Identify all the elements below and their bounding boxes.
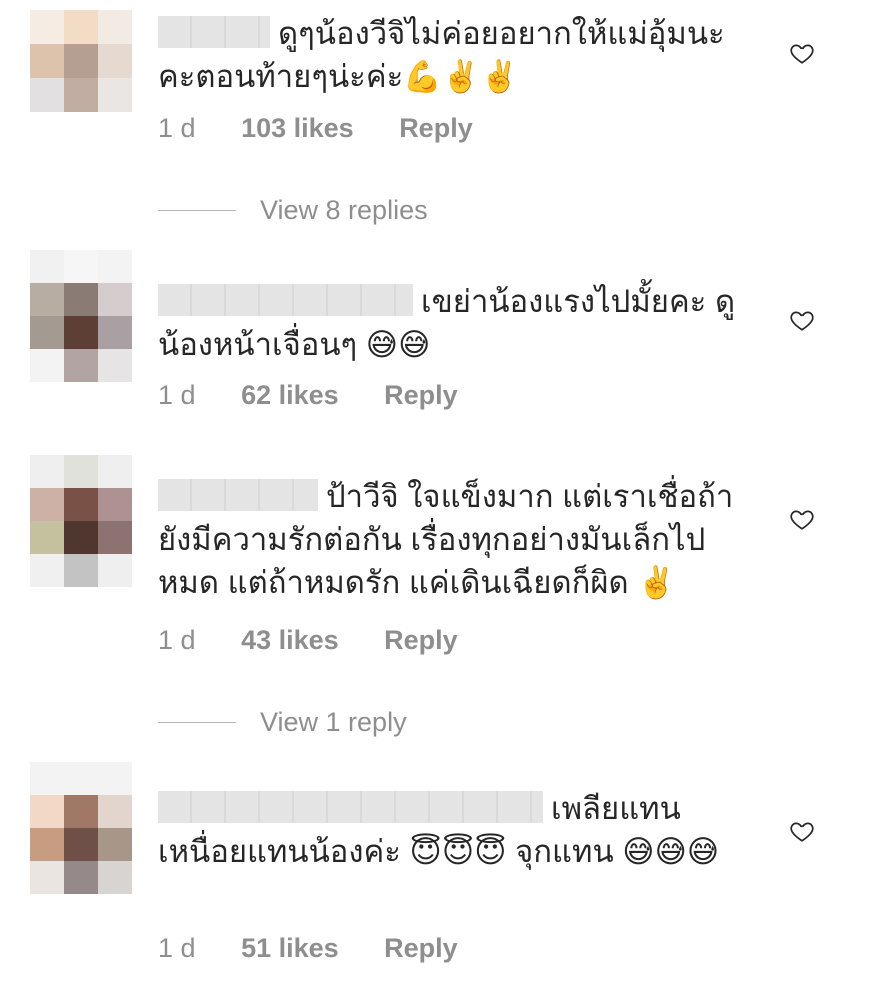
avatar-pixel — [98, 554, 132, 587]
reply-button[interactable]: Reply — [384, 933, 458, 963]
like-heart-icon[interactable] — [789, 818, 815, 844]
username-redacted[interactable] — [158, 791, 543, 823]
avatar-pixel — [98, 316, 132, 349]
avatar-pixel — [64, 521, 98, 554]
avatar-pixel — [98, 44, 132, 78]
avatar-pixel — [98, 828, 132, 861]
view-replies-button[interactable]: View 1 reply — [158, 707, 407, 738]
avatar[interactable] — [30, 762, 132, 894]
avatar-pixel — [98, 349, 132, 382]
avatar-pixel — [64, 250, 98, 283]
likes-count[interactable]: 103 likes — [241, 113, 354, 143]
avatar-pixel — [64, 10, 98, 44]
avatar-pixel — [64, 78, 98, 112]
username-redacted[interactable] — [158, 16, 270, 48]
comment-time: 1 d — [158, 625, 196, 655]
divider-line — [158, 722, 236, 723]
comment-time: 1 d — [158, 380, 196, 410]
likes-count[interactable]: 43 likes — [241, 625, 339, 655]
avatar-pixel — [30, 10, 64, 44]
likes-count[interactable]: 62 likes — [241, 380, 339, 410]
comment-meta: 1 d 103 likes Reply — [158, 113, 511, 144]
avatar-pixel — [30, 488, 64, 521]
avatar-pixel — [64, 861, 98, 894]
avatar-pixel — [98, 78, 132, 112]
comment-meta: 1 d 51 likes Reply — [158, 933, 496, 964]
avatar-pixel — [98, 455, 132, 488]
avatar-pixel — [30, 554, 64, 587]
view-replies-label: View 8 replies — [260, 195, 428, 225]
avatar-pixel — [64, 554, 98, 587]
avatar-pixel — [30, 316, 64, 349]
avatar-pixel — [98, 250, 132, 283]
comment-meta: 1 d 43 likes Reply — [158, 625, 496, 656]
likes-count[interactable]: 51 likes — [241, 933, 339, 963]
username-redacted[interactable] — [158, 479, 318, 511]
avatar-pixel — [30, 521, 64, 554]
avatar-pixel — [30, 78, 64, 112]
avatar[interactable] — [30, 455, 132, 587]
avatar-pixel — [64, 283, 98, 316]
view-replies-button[interactable]: View 8 replies — [158, 195, 428, 226]
comment-meta: 1 d 62 likes Reply — [158, 380, 496, 411]
avatar-pixel — [98, 861, 132, 894]
avatar-pixel — [64, 316, 98, 349]
divider-line — [158, 210, 236, 211]
view-replies-label: View 1 reply — [260, 707, 407, 737]
reply-button[interactable]: Reply — [399, 113, 473, 143]
avatar-pixel — [98, 795, 132, 828]
avatar-pixel — [98, 283, 132, 316]
avatar-pixel — [64, 828, 98, 861]
avatar[interactable] — [30, 250, 132, 382]
comment-body: ป้าวีจิ ใจแข็งมาก แต่เราเชื่อถ้ายังมีควา… — [158, 475, 748, 604]
avatar-pixel — [98, 488, 132, 521]
avatar-pixel — [98, 10, 132, 44]
avatar-pixel — [30, 455, 64, 488]
avatar-pixel — [30, 250, 64, 283]
avatar-pixel — [64, 488, 98, 521]
comment-body: เพลียแทนเหนื่อยแทนน้องค่ะ 😇😇😇 จุกแทน 😅😅😅 — [158, 787, 748, 873]
reply-button[interactable]: Reply — [384, 380, 458, 410]
avatar-pixel — [64, 44, 98, 78]
comment-body: เขย่าน้องแรงไปมั้ยคะ ดูน้องหน้าเจื่อนๆ 😅… — [158, 280, 748, 366]
avatar-pixel — [64, 349, 98, 382]
avatar-pixel — [98, 762, 132, 795]
like-heart-icon[interactable] — [789, 506, 815, 532]
avatar-pixel — [98, 521, 132, 554]
avatar[interactable] — [30, 10, 132, 112]
comment-body: ดูๆน้องวีจิไม่ค่อยอยากให้แม่อุ้มนะคะตอนท… — [158, 12, 748, 98]
avatar-pixel — [30, 44, 64, 78]
avatar-pixel — [30, 828, 64, 861]
comment-time: 1 d — [158, 113, 196, 143]
avatar-pixel — [30, 795, 64, 828]
username-redacted[interactable] — [158, 284, 413, 316]
avatar-pixel — [64, 455, 98, 488]
like-heart-icon[interactable] — [789, 40, 815, 66]
reply-button[interactable]: Reply — [384, 625, 458, 655]
avatar-pixel — [64, 795, 98, 828]
comment-time: 1 d — [158, 933, 196, 963]
avatar-pixel — [30, 762, 64, 795]
avatar-pixel — [30, 349, 64, 382]
avatar-pixel — [30, 283, 64, 316]
like-heart-icon[interactable] — [789, 307, 815, 333]
avatar-pixel — [64, 762, 98, 795]
avatar-pixel — [30, 861, 64, 894]
